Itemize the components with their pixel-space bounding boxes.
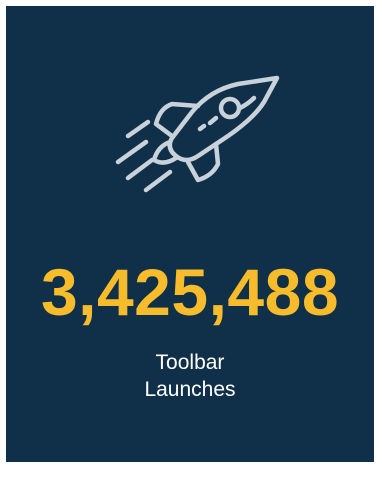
- stat-card: 3,425,488 Toolbar Launches: [6, 6, 374, 462]
- stat-label-line-2: Launches: [144, 378, 236, 401]
- stat-label: Toolbar Launches: [90, 349, 290, 403]
- rocket-icon: [106, 68, 286, 198]
- stat-value: 3,425,488: [40, 255, 340, 329]
- stat-label-line-1: Toolbar: [155, 351, 225, 374]
